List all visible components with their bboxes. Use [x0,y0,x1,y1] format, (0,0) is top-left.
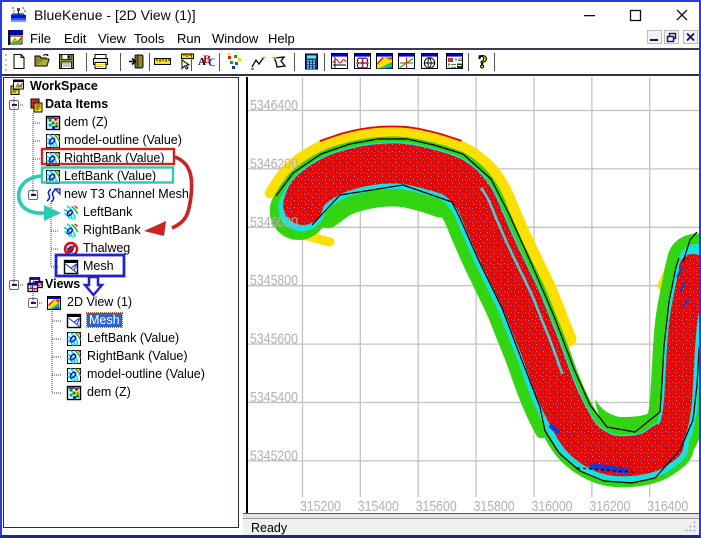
svg-text:315200: 315200 [300,498,341,514]
svg-text:315800: 315800 [474,498,515,514]
svg-text:C: C [208,55,215,69]
svg-text:5346200: 5346200 [250,155,298,172]
svg-text:316000: 316000 [532,498,573,514]
svg-text:5346400: 5346400 [250,97,298,114]
svg-text:316400: 316400 [647,498,688,514]
svg-text:315600: 315600 [416,498,457,514]
svg-text:?: ? [478,53,488,70]
svg-text:5345200: 5345200 [250,447,298,464]
svg-text:5345800: 5345800 [250,272,298,289]
svg-text:5345400: 5345400 [250,389,298,406]
svg-text:316200: 316200 [589,498,630,514]
svg-text:315400: 315400 [358,498,399,514]
svg-text:5345600: 5345600 [250,331,298,348]
svg-text:5346000: 5346000 [250,214,298,231]
